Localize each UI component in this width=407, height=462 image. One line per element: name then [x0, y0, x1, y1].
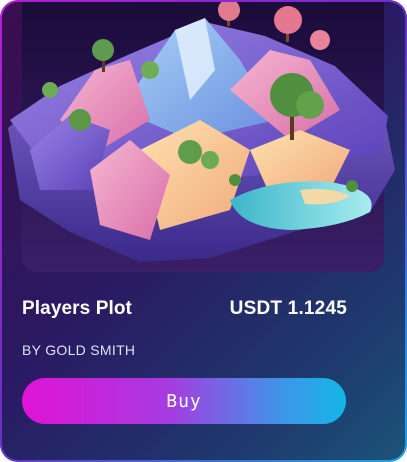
island-artwork-image: [8, 0, 395, 262]
nft-card[interactable]: Players Plot USDT 1.1245 BY GOLD SMITH B…: [0, 0, 407, 462]
item-title: Players Plot: [22, 298, 132, 319]
item-price: USDT 1.1245: [229, 298, 347, 319]
creator-label: BY GOLD SMITH: [22, 342, 136, 358]
buy-button[interactable]: Buy: [22, 378, 346, 424]
artwork-frame: [8, 0, 395, 272]
tree-icon: [218, 0, 240, 26]
